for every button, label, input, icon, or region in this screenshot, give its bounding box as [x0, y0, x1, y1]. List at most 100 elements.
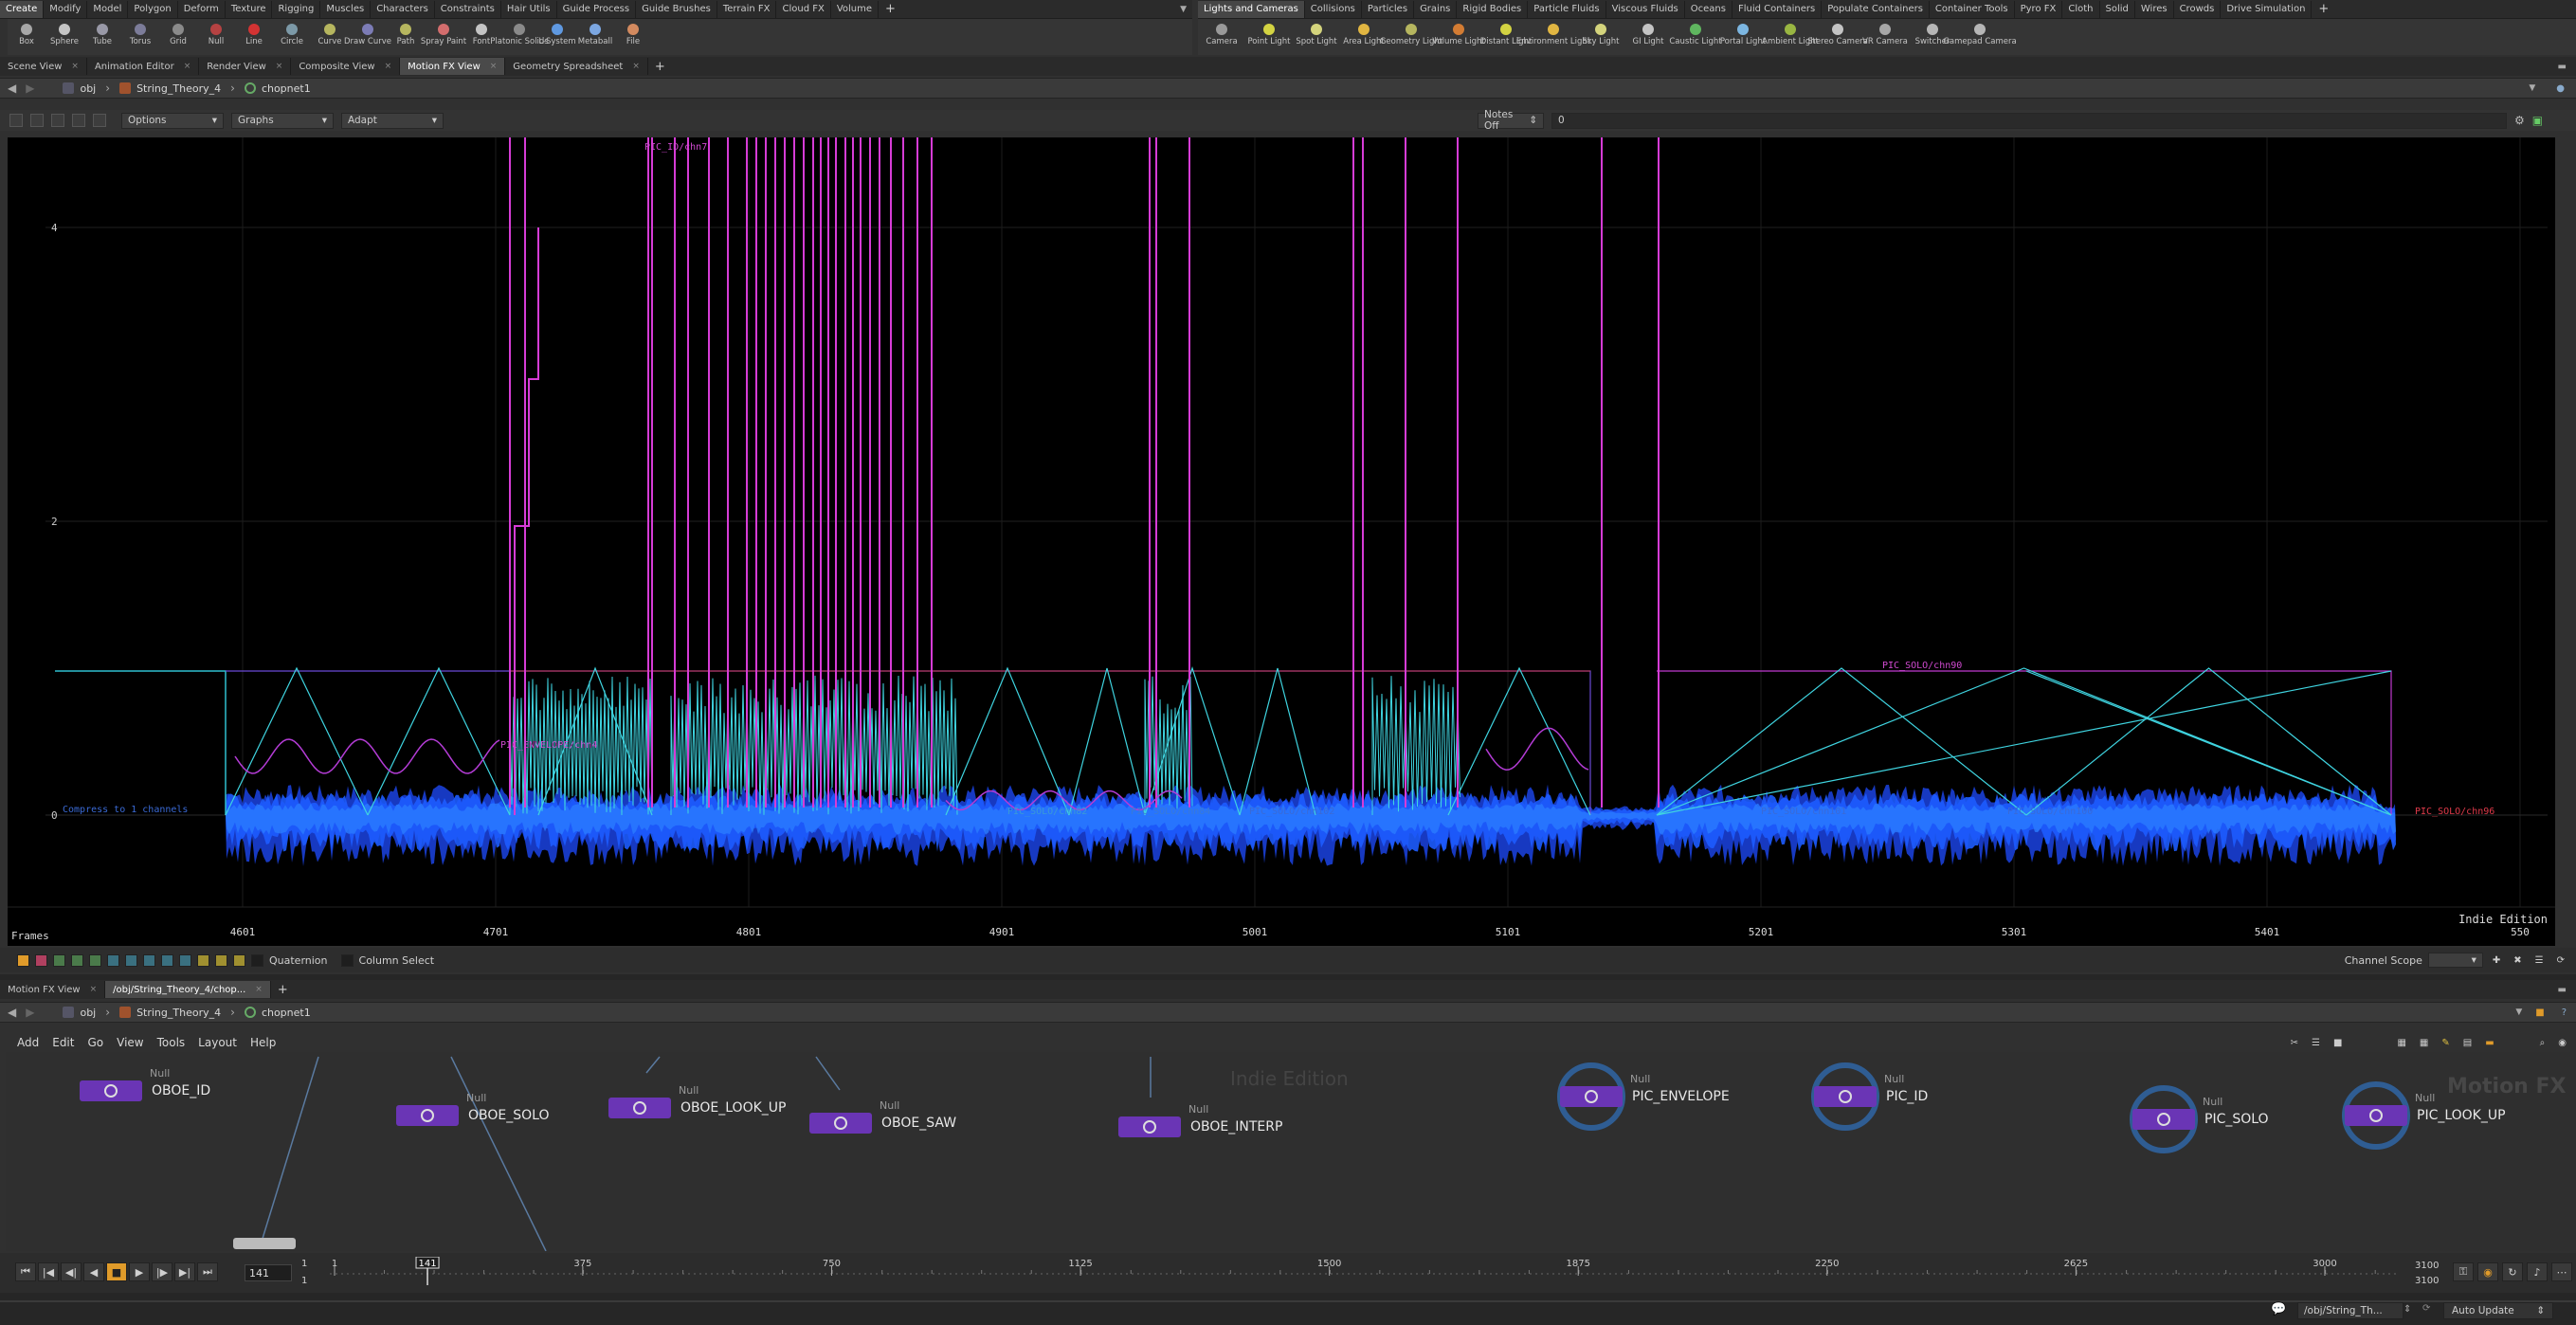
shelf-tab[interactable]: Cloth	[2062, 0, 2100, 18]
shelf-tab[interactable]: Lights and Cameras	[1198, 0, 1305, 18]
close-tab-icon[interactable]: ×	[490, 62, 498, 71]
tool-button[interactable]: Stereo Camera	[1807, 19, 1868, 55]
color-swatch-9[interactable]	[161, 953, 173, 967]
tool-button[interactable]: Tube	[83, 19, 121, 55]
network-node[interactable]: Null OBOE_SAW	[809, 1099, 956, 1134]
tool-button[interactable]: Sphere	[45, 19, 83, 55]
color-swatch-1[interactable]	[17, 953, 29, 967]
net-menu-item[interactable]: Edit	[52, 1036, 74, 1049]
add-pane-tab-icon[interactable]: +	[648, 60, 672, 74]
add-lower-tab-icon[interactable]: +	[271, 983, 295, 997]
graphs-dropdown[interactable]: Graphs ▾	[231, 112, 334, 129]
toolbar-tool-1[interactable]	[9, 114, 23, 127]
net-menu-item[interactable]: Help	[250, 1036, 276, 1049]
remove-channel-icon[interactable]: ✖	[2510, 955, 2525, 966]
pin-icon[interactable]: ●	[2545, 83, 2576, 94]
close-tab-icon[interactable]: ×	[184, 62, 191, 71]
close-tab-icon[interactable]: ×	[385, 62, 392, 71]
close-tab-icon[interactable]: ×	[71, 62, 79, 71]
tool-button[interactable]: GI Light	[1624, 19, 1672, 55]
tool-button[interactable]: Gamepad Camera	[1943, 19, 2017, 55]
tool-button[interactable]: Box	[8, 19, 45, 55]
shelf-tab[interactable]: Crowds	[2174, 0, 2222, 18]
tool-button[interactable]: Caustic Light	[1669, 19, 1722, 55]
network-node[interactable]: Null OBOE_SOLO	[396, 1092, 549, 1126]
tool-button[interactable]: Path	[387, 19, 425, 55]
pane-tab[interactable]: Geometry Spreadsheet ×	[505, 58, 648, 75]
prev-key-icon[interactable]: |◀	[38, 1262, 59, 1281]
color-swatch-5[interactable]	[89, 953, 101, 967]
net-tool-5-icon[interactable]: ▦	[2420, 1038, 2428, 1048]
node-body[interactable]	[1560, 1086, 1623, 1107]
path-root[interactable]: obj	[63, 82, 96, 95]
lower-path-node[interactable]: chopnet1	[244, 1007, 311, 1019]
network-node[interactable]: Null PIC_ID	[1814, 1073, 1928, 1107]
status-refresh-icon[interactable]: ⟳	[2422, 1303, 2430, 1314]
add-channel-icon[interactable]: ✚	[2489, 955, 2504, 966]
color-swatch-7[interactable]	[125, 953, 137, 967]
back-arrow-icon[interactable]: ◀	[8, 1006, 16, 1019]
net-menu-item[interactable]: Add	[17, 1036, 39, 1049]
channel-scope-dropdown[interactable]: ▾	[2427, 953, 2483, 968]
loop-icon[interactable]: ↻	[2502, 1262, 2523, 1281]
lower-path-object[interactable]: String_Theory_4	[119, 1007, 221, 1019]
node-body[interactable]	[1814, 1086, 1877, 1107]
lower-path-root[interactable]: obj	[63, 1007, 96, 1019]
net-tool-4-icon[interactable]: ▦	[2397, 1038, 2405, 1048]
notes-dropdown[interactable]: Notes Off ⇕	[1478, 109, 1544, 132]
tool-button[interactable]: VR Camera	[1861, 19, 1909, 55]
step-back-icon[interactable]: ◀|	[61, 1262, 82, 1281]
shelf-tab[interactable]: Wires	[2135, 0, 2174, 18]
pane-tab[interactable]: Motion FX View ×	[400, 58, 506, 75]
net-menu-item[interactable]: Tools	[157, 1036, 186, 1049]
network-node[interactable]: Null OBOE_ID	[80, 1067, 210, 1101]
net-search-icon[interactable]: ⌕	[2540, 1038, 2546, 1048]
shelf-tab[interactable]: Particle Fluids	[1528, 0, 1606, 18]
pane-tab[interactable]: Composite View ×	[291, 58, 401, 75]
tool-button[interactable]: Camera	[1198, 19, 1245, 55]
shelf-tab[interactable]: Polygon	[128, 0, 178, 18]
tool-button[interactable]: Draw Curve	[344, 19, 391, 55]
net-tool-6-icon[interactable]: ✎	[2441, 1038, 2449, 1048]
graph-toggle-icon[interactable]: ▣	[2532, 114, 2543, 127]
shelf-tab[interactable]: Container Tools	[1930, 0, 2015, 18]
shelf-tab[interactable]: Rigging	[272, 0, 321, 18]
net-menu-item[interactable]: Go	[87, 1036, 103, 1049]
play-icon[interactable]: ▶	[129, 1262, 150, 1281]
color-swatch-11[interactable]	[197, 953, 209, 967]
toolbar-tool-4[interactable]	[72, 114, 85, 127]
network-node[interactable]: Null PIC_ENVELOPE	[1560, 1073, 1730, 1107]
chat-bubble-icon[interactable]: 💬	[2271, 1302, 2286, 1316]
lower-pane-maximize-icon[interactable]: ▬	[2558, 985, 2576, 995]
tool-button[interactable]: Point Light	[1245, 19, 1293, 55]
pane-tab[interactable]: Render View ×	[199, 58, 292, 75]
net-menu-item[interactable]: Layout	[198, 1036, 237, 1049]
shelf-tab[interactable]: Cloud FX	[776, 0, 831, 18]
shelf-tab[interactable]: Guide Process	[557, 0, 637, 18]
path-object[interactable]: String_Theory_4	[119, 82, 221, 95]
network-node[interactable]: Null OBOE_LOOK_UP	[608, 1084, 786, 1118]
current-frame-field[interactable]: 141	[245, 1264, 292, 1281]
shelf-tab[interactable]: Constraints	[435, 0, 501, 18]
step-forward-icon[interactable]: |▶	[152, 1262, 172, 1281]
auto-update-dropdown[interactable]: Auto Update ⇕	[2443, 1302, 2553, 1319]
shelf-tab[interactable]: Viscous Fluids	[1606, 0, 1685, 18]
color-swatch-8[interactable]	[143, 953, 155, 967]
node-body[interactable]	[608, 1098, 671, 1118]
playbar-menu-icon[interactable]: ⋯	[2551, 1262, 2572, 1281]
shelf-tab[interactable]: Texture	[226, 0, 273, 18]
shelf-tab[interactable]: Create	[0, 0, 45, 18]
color-swatch-6[interactable]	[107, 953, 119, 967]
help-icon[interactable]: ?	[2558, 1007, 2576, 1018]
forward-arrow-icon[interactable]: ▶	[26, 1006, 34, 1019]
realtime-icon[interactable]: ◉	[2477, 1262, 2498, 1281]
shelf-tab[interactable]: Model	[87, 0, 129, 18]
pane-tab[interactable]: Motion FX View ×	[0, 981, 106, 998]
tool-button[interactable]: Circle	[273, 19, 311, 55]
motion-fx-graph[interactable]: 4601 4701 4801 4901 5001 5101 5201 5301 5401 550 4…	[8, 137, 2555, 946]
close-tab-icon[interactable]: ×	[255, 985, 263, 994]
node-body[interactable]	[2345, 1105, 2407, 1126]
shelf-tab[interactable]: Muscles	[320, 0, 372, 18]
tool-button[interactable]: Metaball	[576, 19, 614, 55]
adapt-dropdown[interactable]: Adapt ▾	[341, 112, 444, 129]
